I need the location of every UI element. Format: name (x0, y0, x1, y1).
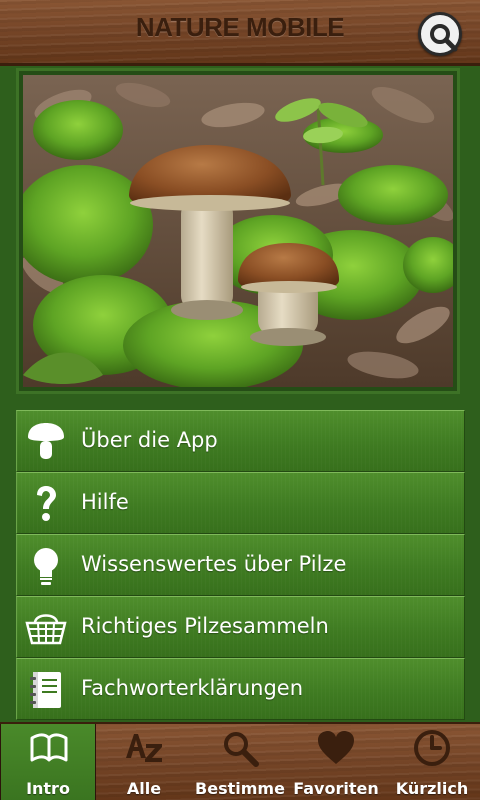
menu-item-proper-collecting[interactable]: Richtiges Pilzesammeln (16, 596, 465, 658)
tab-label: Alle (126, 779, 162, 798)
brand-logo: NATURE MOBILE (135, 12, 345, 42)
search-button[interactable] (418, 12, 462, 56)
heart-icon (318, 731, 354, 764)
lightbulb-icon (34, 548, 58, 585)
tab-identify[interactable]: Bestimme (192, 724, 288, 800)
menu-item-label: Hilfe (81, 490, 129, 514)
a-z-icon (126, 734, 162, 762)
tab-recent[interactable]: Kürzlich (384, 724, 480, 800)
question-mark-icon (37, 486, 56, 521)
menu-item-help[interactable]: Hilfe (16, 472, 465, 534)
tab-all[interactable]: Alle (96, 724, 192, 800)
magnifier-icon (430, 24, 458, 52)
bottom-tab-bar: Intro Alle Bestimme Favoriten Kürzlich (0, 722, 480, 800)
app-header: NATURE MOBILE (0, 0, 480, 66)
tab-label: Bestimme (195, 779, 285, 798)
menu-item-label: Richtiges Pilzesammeln (81, 614, 329, 638)
menu-item-label: Fachworterklärungen (81, 676, 303, 700)
tab-favorites[interactable]: Favoriten (288, 724, 384, 800)
porcini-mushrooms-photo (23, 75, 453, 387)
hero-photo-frame (16, 68, 460, 394)
notebook-icon (30, 672, 61, 708)
open-book-icon (30, 733, 68, 762)
menu-item-mushroom-facts[interactable]: Wissenswertes über Pilze (16, 534, 465, 596)
menu-item-glossary[interactable]: Fachworterklärungen (16, 658, 465, 720)
tab-intro[interactable]: Intro (0, 724, 96, 800)
clock-icon (414, 730, 450, 766)
menu-item-label: Über die App (81, 428, 218, 452)
mushroom-icon (28, 423, 64, 459)
tab-label: Kürzlich (395, 779, 469, 798)
menu-item-about-app[interactable]: Über die App (16, 410, 465, 472)
basket-icon (25, 614, 67, 645)
magnifier-icon (224, 732, 259, 767)
intro-menu: Über die App Hilfe Wissenswertes über Pi… (16, 410, 465, 723)
tab-label: Favoriten (293, 779, 379, 798)
menu-item-label: Wissenswertes über Pilze (81, 552, 347, 576)
tab-label: Intro (26, 779, 70, 798)
